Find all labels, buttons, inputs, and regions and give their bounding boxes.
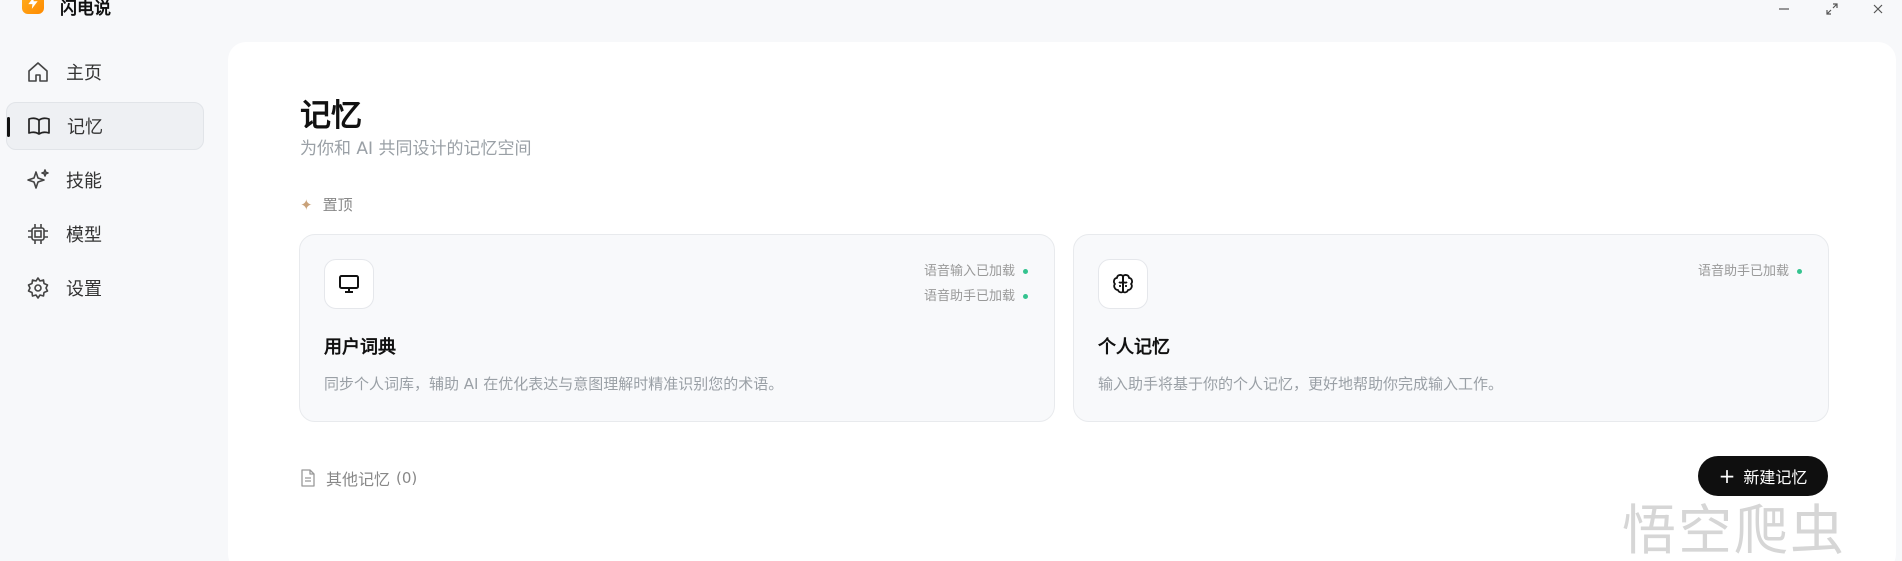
watermark: 悟空爬虫: [1622, 499, 1846, 561]
other-memories-label: 其他记忆: [326, 470, 391, 489]
sidebar-item-memory[interactable]: 记忆: [6, 102, 204, 150]
new-memory-label: 新建记忆: [1743, 468, 1808, 487]
active-indicator: [7, 117, 10, 137]
pinned-section-header: ✦ 置顶: [300, 194, 353, 215]
page-subtitle: 为你和 AI 共同设计的记忆空间: [300, 139, 532, 159]
card-title: 个人记忆: [1098, 337, 1170, 358]
card-status-list: 语音输入已加载 语音助手已加载: [924, 259, 1028, 309]
sidebar-item-skills[interactable]: 技能: [6, 156, 204, 204]
status-text: 语音输入已加载: [923, 263, 1015, 279]
brain-icon: [1098, 259, 1148, 309]
sidebar-item-label: 主页: [66, 63, 102, 84]
status-dot-icon: [1797, 269, 1802, 274]
card-description: 输入助手将基于你的个人记忆，更好地帮助你完成输入工作。: [1098, 375, 1504, 393]
sparkle-icon: ✦: [300, 195, 313, 214]
memory-card-personal-memory[interactable]: 语音助手已加载 个人记忆 输入助手将基于你的个人记忆，更好地帮助你完成输入工作。: [1073, 234, 1829, 422]
sparkles-icon: [24, 166, 52, 194]
minimize-icon[interactable]: [1770, 0, 1798, 20]
sidebar-item-home[interactable]: 主页: [6, 48, 204, 96]
memory-card-user-dictionary[interactable]: 语音输入已加载 语音助手已加载 用户词典 同步个人词库，辅助 AI 在优化表达与…: [299, 234, 1055, 422]
other-memories-header[interactable]: 其他记忆 (0): [300, 466, 417, 490]
app-window: 闪电说 主页 记忆 技能 模型 设置 记忆 为你和 AI 共同设计的记忆空间 ✦…: [0, 0, 1902, 561]
sidebar-item-label: 技能: [66, 171, 102, 192]
status-text: 语音助手已加载: [1697, 263, 1789, 279]
gear-icon: [24, 274, 52, 302]
sidebar-item-models[interactable]: 模型: [6, 210, 204, 258]
plus-icon: +: [1718, 464, 1736, 488]
chip-icon: [24, 220, 52, 248]
status-dot-icon: [1023, 269, 1028, 274]
monitor-icon: [324, 259, 374, 309]
close-icon[interactable]: [1864, 0, 1892, 20]
book-icon: [25, 112, 53, 140]
app-name: 闪电说: [60, 0, 111, 19]
card-title: 用户词典: [324, 337, 396, 358]
home-icon: [24, 58, 52, 86]
sidebar-item-settings[interactable]: 设置: [6, 264, 204, 312]
sidebar-item-label: 记忆: [67, 117, 103, 138]
sidebar-item-label: 设置: [66, 279, 102, 300]
document-icon: [300, 469, 316, 487]
main-panel: 记忆 为你和 AI 共同设计的记忆空间 ✦ 置顶 语音输入已加载 语音助手已加载: [228, 42, 1896, 561]
other-memories-count: (0): [396, 469, 418, 487]
lightning-logo-icon: [22, 0, 44, 14]
status-badge: 语音输入已加载: [924, 259, 1028, 284]
status-badge: 语音助手已加载: [1698, 259, 1802, 284]
title-bar: 闪电说: [0, 0, 1902, 30]
status-badge: 语音助手已加载: [924, 284, 1028, 309]
status-dot-icon: [1023, 294, 1028, 299]
page-title: 记忆: [300, 98, 362, 134]
pinned-label: 置顶: [322, 196, 353, 214]
sidebar-item-label: 模型: [66, 225, 102, 246]
status-text: 语音助手已加载: [923, 288, 1015, 304]
maximize-icon[interactable]: [1818, 0, 1846, 20]
card-description: 同步个人词库，辅助 AI 在优化表达与意图理解时精准识别您的术语。: [324, 375, 784, 393]
card-status-list: 语音助手已加载: [1698, 259, 1802, 284]
